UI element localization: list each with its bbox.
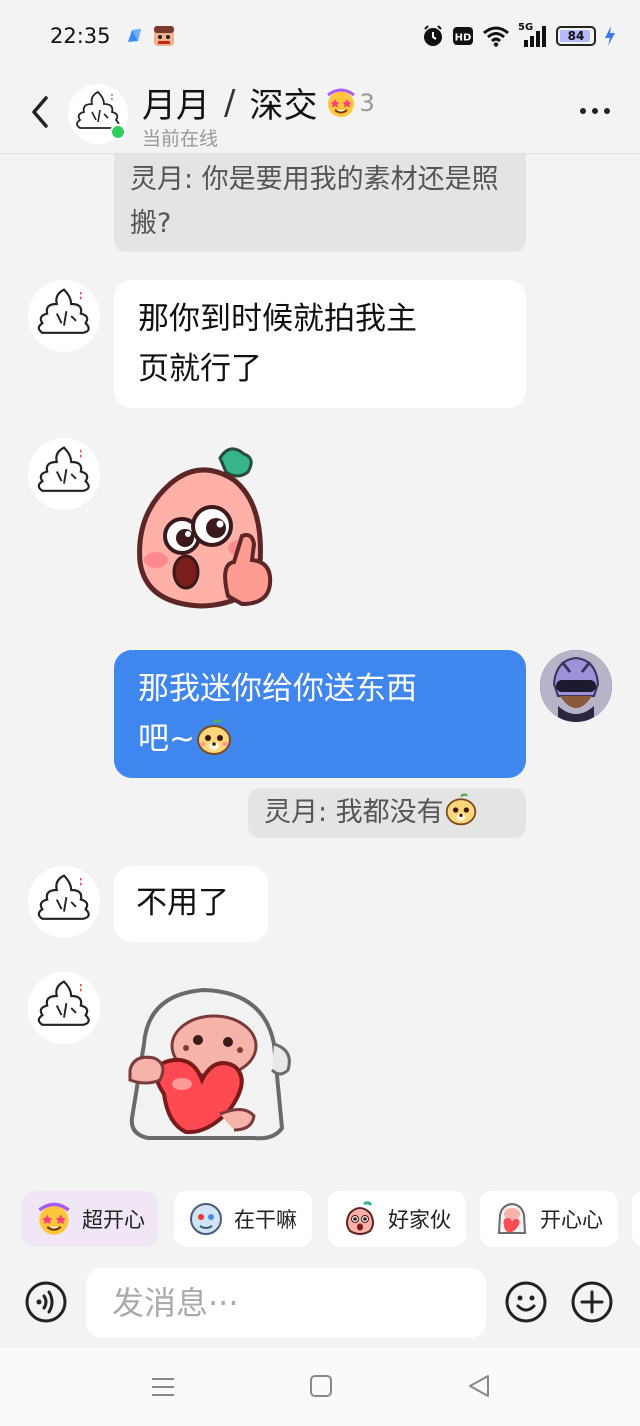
voice-icon[interactable] bbox=[24, 1280, 68, 1324]
sheep-heart-sticker[interactable] bbox=[124, 984, 294, 1144]
back-icon[interactable] bbox=[26, 92, 56, 132]
alarm-icon bbox=[424, 25, 442, 46]
quick-reaction-label: 超开心 bbox=[82, 1208, 145, 1232]
quick-reaction-chip[interactable]: 好家伙 bbox=[328, 1191, 466, 1247]
contact-name: 月月 bbox=[142, 86, 210, 126]
message-line: 那你到时候就拍我主 bbox=[138, 301, 417, 337]
message-line: 不用了 bbox=[136, 885, 229, 921]
quick-reaction-label: 好家伙 bbox=[388, 1208, 451, 1232]
battery-level: 84 bbox=[567, 29, 585, 43]
quoted-message[interactable]: 灵月: 你是要用我的素材还是照搬? bbox=[114, 154, 526, 252]
message-input[interactable] bbox=[86, 1268, 486, 1338]
home-icon[interactable] bbox=[309, 1374, 333, 1398]
title-separator: / bbox=[224, 82, 236, 123]
intimacy-level: 3 bbox=[359, 88, 375, 117]
message-line: 吧~ bbox=[138, 721, 195, 757]
contact-title: 月月 / 深交 3 bbox=[142, 78, 375, 127]
message-bubble[interactable]: 不用了 bbox=[114, 866, 268, 942]
avatar[interactable] bbox=[28, 866, 100, 938]
hd-icon: HD bbox=[453, 27, 473, 45]
message-bubble[interactable]: 那我迷你给你送东西 吧~ bbox=[114, 650, 526, 778]
quick-reaction-chip-partial[interactable] bbox=[632, 1191, 640, 1247]
wifi-icon bbox=[483, 26, 509, 47]
peach-thumbs-up-sticker[interactable] bbox=[130, 444, 280, 614]
game-notification-icon bbox=[154, 26, 174, 46]
status-time: 22:35 bbox=[50, 24, 111, 48]
dog-face-emoji bbox=[445, 793, 476, 826]
avatar[interactable] bbox=[28, 438, 100, 510]
signal-icon: 5G bbox=[518, 22, 548, 48]
quote-text: 灵月: 你是要用我的素材还是照搬? bbox=[130, 164, 499, 239]
avatar[interactable] bbox=[28, 972, 100, 1044]
quick-reaction-chip[interactable]: 开心心 bbox=[480, 1191, 618, 1247]
status-bar: 22:35 HD 5G 84 bbox=[0, 0, 640, 72]
quick-reaction-chip[interactable]: 在干嘛 bbox=[174, 1191, 312, 1247]
quick-reaction-label: 在干嘛 bbox=[234, 1208, 297, 1232]
online-indicator bbox=[110, 124, 126, 140]
quick-reaction-chip[interactable]: 超开心 bbox=[22, 1191, 158, 1247]
star-eyes-icon[interactable] bbox=[325, 87, 357, 119]
heart-hug-icon bbox=[497, 1202, 527, 1234]
doll-icon bbox=[190, 1203, 222, 1235]
star-eyes-icon bbox=[38, 1202, 70, 1235]
svg-text:HD: HD bbox=[455, 33, 472, 44]
relation-label: 深交 bbox=[249, 86, 318, 126]
system-nav-bar bbox=[0, 1348, 640, 1426]
quick-reaction-bar: 超开心 在干嘛 好家伙 开心心 bbox=[0, 1172, 640, 1262]
charging-icon bbox=[605, 26, 615, 46]
status-icons: HD 5G 84 bbox=[422, 22, 616, 50]
message-bubble[interactable]: 那你到时候就拍我主 页就行了 bbox=[114, 280, 526, 408]
input-bar bbox=[0, 1262, 640, 1346]
dog-face-emoji bbox=[196, 719, 231, 755]
message-list[interactable]: 灵月: 你是要用我的素材还是照搬? 那你到时候就拍我主 页就行了 那我迷你给你送… bbox=[0, 154, 640, 1170]
quick-reaction-label: 开心心 bbox=[540, 1208, 603, 1232]
recents-icon[interactable] bbox=[150, 1374, 176, 1400]
plus-icon[interactable] bbox=[570, 1280, 614, 1324]
avatar[interactable] bbox=[28, 280, 100, 352]
quoted-message[interactable]: 灵月: 我都没有 bbox=[248, 788, 526, 838]
battery-icon: 84 bbox=[556, 26, 596, 46]
nav-back-icon[interactable] bbox=[466, 1373, 492, 1399]
peach-face-icon bbox=[346, 1201, 374, 1235]
self-avatar[interactable] bbox=[540, 650, 612, 722]
more-icon[interactable] bbox=[580, 108, 610, 114]
emoji-icon[interactable] bbox=[504, 1280, 548, 1324]
online-status: 当前在线 bbox=[142, 128, 219, 150]
message-line: 页就行了 bbox=[138, 351, 262, 387]
quote-text: 灵月: 我都没有 bbox=[264, 797, 444, 828]
app-notification-icon bbox=[128, 29, 141, 42]
message-line: 那我迷你给你送东西 bbox=[138, 671, 417, 707]
chat-header: 月月 / 深交 3 当前在线 bbox=[0, 72, 640, 154]
